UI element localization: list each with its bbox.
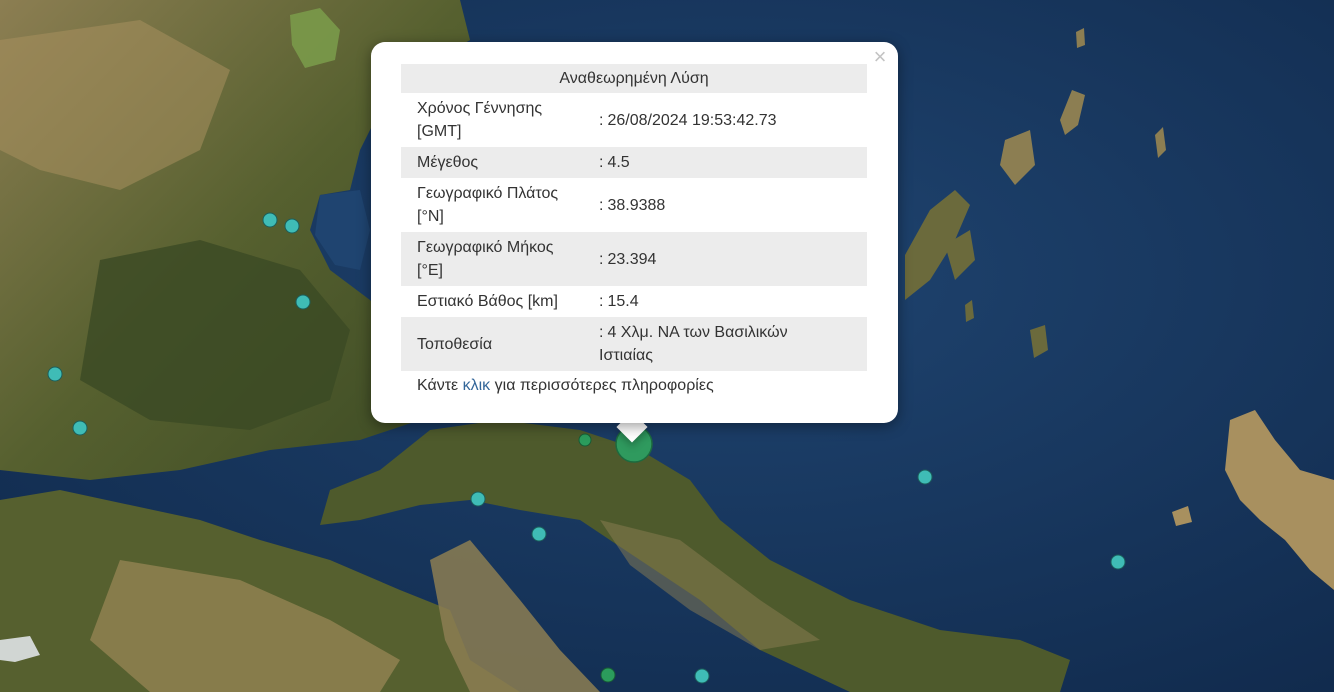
info-label: Εστιακό Βάθος [km] bbox=[417, 293, 558, 310]
info-label: Τοποθεσία bbox=[401, 317, 599, 371]
quake-marker[interactable] bbox=[600, 667, 616, 683]
more-info-link[interactable]: κλικ bbox=[463, 377, 491, 394]
close-icon[interactable]: × bbox=[869, 46, 891, 68]
earthquake-info-table: Αναθεωρημένη Λύση Χρόνος Γέννησης [GMT] … bbox=[401, 64, 867, 371]
info-row-latitude: Γεωγραφικό Πλάτος [°N] :38.9388 bbox=[401, 178, 867, 232]
quake-marker[interactable] bbox=[578, 433, 592, 447]
quake-marker[interactable] bbox=[470, 491, 486, 507]
info-label: Γεωγραφικό Μήκος [°E] bbox=[401, 232, 599, 286]
info-row-location: Τοποθεσία :4 Χλμ. ΝΑ των Βασιλικών Ιστια… bbox=[401, 317, 867, 371]
more-info-text: Κάντε κλικ για περισσότερες πληροφορίες bbox=[417, 377, 714, 394]
quake-marker[interactable] bbox=[72, 420, 88, 436]
quake-marker[interactable] bbox=[262, 212, 278, 228]
info-value: :38.9388 bbox=[599, 196, 666, 214]
info-label: Γεωγραφικό Πλάτος [°N] bbox=[417, 185, 559, 225]
quake-marker[interactable] bbox=[531, 526, 547, 542]
info-value: :15.4 bbox=[599, 293, 639, 310]
info-value: :23.394 bbox=[599, 232, 867, 286]
earthquake-popup: × Αναθεωρημένη Λύση Χρόνος Γέννησης [GMT… bbox=[371, 42, 898, 423]
quake-marker[interactable] bbox=[47, 366, 63, 382]
info-row-longitude: Γεωγραφικό Μήκος [°E] :23.394 bbox=[401, 232, 867, 286]
info-row-origin-time: Χρόνος Γέννησης [GMT] :26/08/2024 19:53:… bbox=[401, 93, 867, 147]
quake-marker[interactable] bbox=[694, 668, 710, 684]
info-row-magnitude: Μέγεθος :4.5 bbox=[401, 147, 867, 178]
info-value: :4.5 bbox=[599, 147, 867, 178]
quake-marker[interactable] bbox=[295, 294, 311, 310]
info-value: :4 Χλμ. ΝΑ των Βασιλικών Ιστιαίας bbox=[599, 317, 867, 371]
info-label: Χρόνος Γέννησης [GMT] bbox=[417, 100, 543, 140]
info-label: Μέγεθος bbox=[401, 147, 599, 178]
popup-title: Αναθεωρημένη Λύση bbox=[401, 64, 867, 93]
quake-marker[interactable] bbox=[284, 218, 300, 234]
info-value: :26/08/2024 19:53:42.73 bbox=[599, 111, 777, 129]
popup-body: Αναθεωρημένη Λύση Χρόνος Γέννησης [GMT] … bbox=[401, 64, 868, 395]
quake-marker[interactable] bbox=[1110, 554, 1126, 570]
info-row-depth: Εστιακό Βάθος [km] :15.4 bbox=[401, 286, 867, 317]
quake-marker[interactable] bbox=[917, 469, 933, 485]
popup-title-row: Αναθεωρημένη Λύση bbox=[401, 64, 867, 93]
